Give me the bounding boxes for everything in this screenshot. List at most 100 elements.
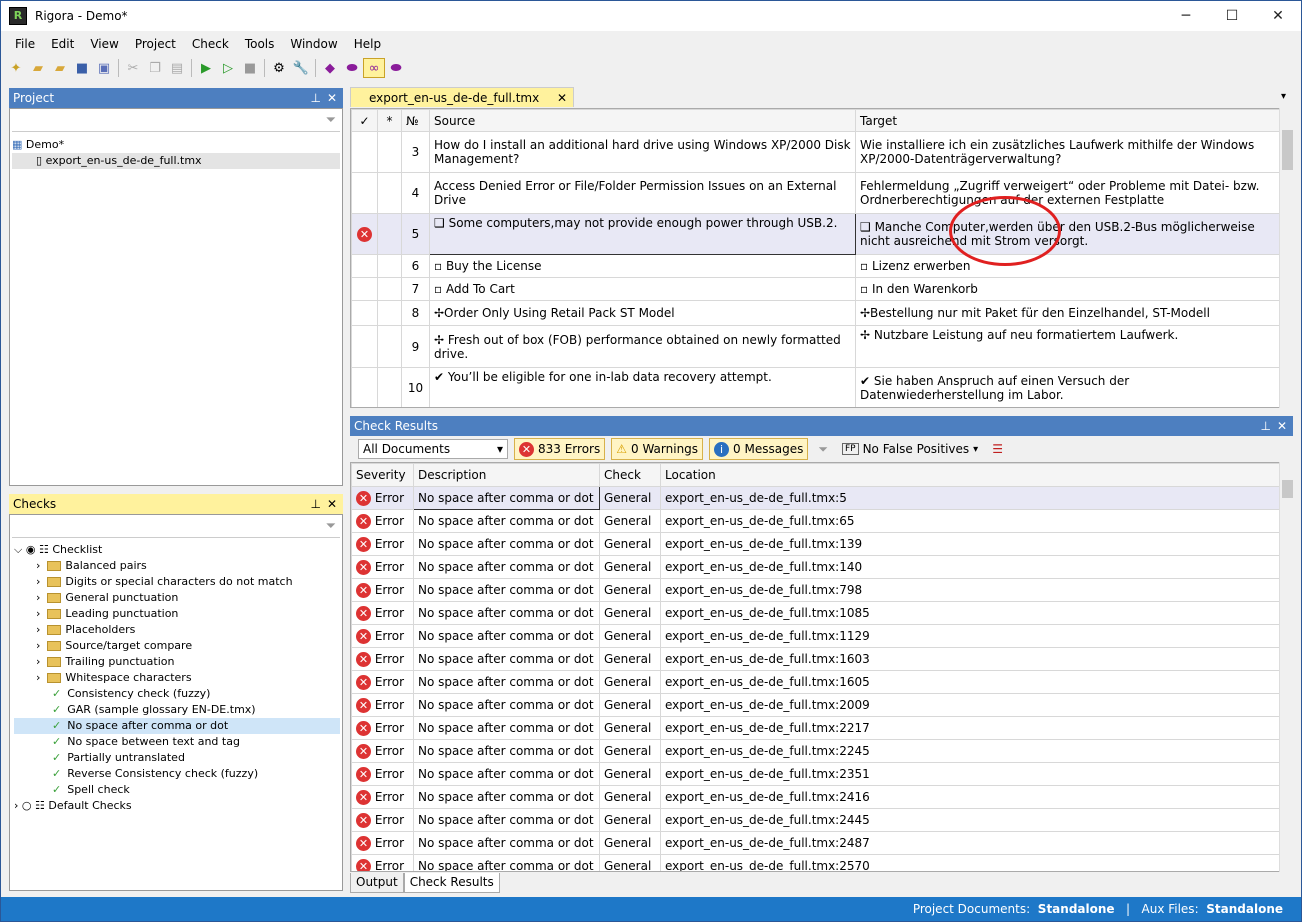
errors-filter-button[interactable]: ✕ 833 Errors	[514, 438, 606, 460]
cell-target[interactable]: Wie installiere ich ein zusätzliches Lau…	[855, 131, 1279, 173]
chevron-down-icon[interactable]: ▾	[973, 444, 978, 455]
tag-one-icon[interactable]: ⬬	[385, 58, 407, 78]
tag-icon[interactable]: ◆	[319, 58, 341, 78]
tree-check-item[interactable]: ✓ Consistency check (fuzzy)	[14, 686, 340, 702]
save-icon[interactable]: ■	[71, 58, 93, 78]
tab-check-results[interactable]: Check Results	[403, 873, 500, 893]
tree-project-root[interactable]: ▦ Demo*	[12, 137, 340, 153]
cell-target[interactable]: ✔ Sie haben Anspruch auf einen Versuch d…	[855, 367, 1279, 407]
tree-folder[interactable]: › Source/target compare	[14, 638, 340, 654]
close-icon[interactable]: ✕	[327, 494, 337, 514]
cell-source[interactable]: Access Denied Error or File/Folder Permi…	[429, 172, 856, 214]
close-icon[interactable]: ✕	[557, 91, 567, 105]
cell-source[interactable]: How do I install an additional hard driv…	[429, 131, 856, 173]
cell-target[interactable]: ▫ Lizenz erwerben	[855, 254, 1279, 278]
tree-folder[interactable]: › Trailing punctuation	[14, 654, 340, 670]
col-confirmed[interactable]: ✓	[351, 109, 378, 132]
segment-scrollbar[interactable]	[1279, 108, 1295, 408]
project-filter-input[interactable]: ⏷	[12, 110, 340, 132]
cell-target[interactable]: Fehlermeldung „Zugriff verweigert“ oder …	[855, 172, 1279, 214]
settings-icon[interactable]: ⚙	[268, 58, 290, 78]
stop-icon[interactable]: ■	[239, 58, 261, 78]
radio-selected-icon[interactable]: ◉	[26, 543, 36, 556]
filter-icon[interactable]: ⏷	[326, 519, 336, 534]
col-source[interactable]: Source	[429, 109, 856, 132]
tree-checklist[interactable]: ⌵ ◉ ☷ Checklist	[14, 542, 340, 558]
filter-icon[interactable]: ⏷	[818, 442, 828, 457]
menu-help[interactable]: Help	[346, 37, 389, 51]
document-scope-dropdown[interactable]: All Documents	[358, 439, 508, 459]
cell-source[interactable]: ❑ Some computers,may not provide enough …	[429, 213, 856, 255]
result-row[interactable]: ✕ Error No space after comma or dot Genera…	[351, 831, 1279, 855]
result-row[interactable]: ✕ Error No space after comma or dot Genera…	[351, 647, 1279, 671]
segment-row[interactable]: 7 ▫ Add To Cart ▫ In den Warenkorb	[351, 277, 1279, 301]
tree-folder[interactable]: › Leading punctuation	[14, 606, 340, 622]
copy-icon[interactable]: ❐	[144, 58, 166, 78]
filter-icon[interactable]: ⏷	[326, 113, 336, 128]
cell-source[interactable]: ▫ Buy the License	[429, 254, 856, 278]
tree-check-item[interactable]: ✓ GAR (sample glossary EN-DE.tmx)	[14, 702, 340, 718]
tree-check-item[interactable]: ✓ No space between text and tag	[14, 734, 340, 750]
tree-check-item[interactable]: ✓ Spell check	[14, 782, 340, 798]
cell-source[interactable]: ▫ Add To Cart	[429, 277, 856, 301]
result-row[interactable]: ✕ Error No space after comma or dot Genera…	[351, 601, 1279, 625]
result-row[interactable]: ✕ Error No space after comma or dot Genera…	[351, 555, 1279, 579]
checks-filter-input[interactable]: ⏷	[12, 516, 340, 538]
results-scrollbar[interactable]	[1279, 462, 1295, 872]
col-description[interactable]: Description	[413, 463, 600, 487]
tree-default-checks[interactable]: › ○ ☷ Default Checks	[14, 798, 340, 814]
maximize-button[interactable]: ☐	[1209, 1, 1255, 31]
pin-icon[interactable]: ⊥	[311, 494, 321, 514]
clear-results-icon[interactable]: ☰	[992, 442, 1003, 456]
cut-icon[interactable]: ✂	[122, 58, 144, 78]
result-row[interactable]: ✕ Error No space after comma or dot Genera…	[351, 854, 1279, 871]
cell-target[interactable]: ❑ Manche Computer,werden über den USB.2-…	[855, 213, 1279, 255]
warnings-filter-button[interactable]: ⚠ 0 Warnings	[611, 438, 704, 460]
radio-icon[interactable]: ○	[22, 799, 32, 812]
result-row[interactable]: ✕ Error No space after comma or dot Genera…	[351, 808, 1279, 832]
tree-folder[interactable]: › Placeholders	[14, 622, 340, 638]
tree-file-item[interactable]: ▯ export_en-us_de-de_full.tmx	[12, 153, 340, 169]
tree-folder[interactable]: › Balanced pairs	[14, 558, 340, 574]
result-row[interactable]: ✕ Error No space after comma or dot Genera…	[351, 486, 1279, 510]
result-row[interactable]: ✕ Error No space after comma or dot Genera…	[351, 624, 1279, 648]
wrench-icon[interactable]: 🔧	[290, 58, 312, 78]
segment-row-selected[interactable]: ✕ 5 ❑ Some computers,may not provide enoug…	[351, 213, 1279, 255]
result-row[interactable]: ✕ Error No space after comma or dot Genera…	[351, 532, 1279, 556]
segment-row[interactable]: 10 ✔ You’ll be eligible for one in-lab da…	[351, 367, 1279, 407]
menu-check[interactable]: Check	[184, 37, 237, 51]
tree-folder[interactable]: › Whitespace characters	[14, 670, 340, 686]
segment-row[interactable]: 8 ✢Order Only Using Retail Pack ST Model ✢…	[351, 300, 1279, 326]
result-row[interactable]: ✕ Error No space after comma or dot Genera…	[351, 716, 1279, 740]
menu-tools[interactable]: Tools	[237, 37, 283, 51]
menu-project[interactable]: Project	[127, 37, 184, 51]
open-icon[interactable]: ▰	[27, 58, 49, 78]
minimize-button[interactable]: ─	[1163, 1, 1209, 31]
messages-filter-button[interactable]: i0 Messages	[709, 438, 809, 460]
pin-icon[interactable]: ⊥	[1261, 416, 1271, 436]
col-target[interactable]: Target	[855, 109, 1279, 132]
col-number[interactable]: №	[401, 109, 430, 132]
cell-source[interactable]: ✢Order Only Using Retail Pack ST Model	[429, 300, 856, 326]
scroll-thumb[interactable]	[1282, 130, 1293, 170]
segment-row[interactable]: 6 ▫ Buy the License ▫ Lizenz erwerben	[351, 254, 1279, 278]
pin-icon[interactable]: ⊥	[311, 88, 321, 108]
segment-row[interactable]: 9 ✢ Fresh out of box (FOB) performance ob…	[351, 325, 1279, 368]
save-all-icon[interactable]: ▣	[93, 58, 115, 78]
false-positives-dropdown[interactable]: No False Positives	[863, 442, 970, 456]
tab-list-chevron-icon[interactable]: ▾	[1281, 91, 1286, 102]
tag-infinity-icon[interactable]: ∞	[363, 58, 385, 78]
result-row[interactable]: ✕ Error No space after comma or dot Genera…	[351, 785, 1279, 809]
col-location[interactable]: Location	[660, 463, 1279, 487]
tree-check-item-selected[interactable]: ✓ No space after comma or dot	[14, 718, 340, 734]
menu-window[interactable]: Window	[282, 37, 345, 51]
tag-x-icon[interactable]: ⬬	[341, 58, 363, 78]
col-check[interactable]: Check	[599, 463, 661, 487]
segment-row[interactable]: 4 Access Denied Error or File/Folder Perm…	[351, 172, 1279, 214]
tree-check-item[interactable]: ✓ Reverse Consistency check (fuzzy)	[14, 766, 340, 782]
tab-document[interactable]: export_en-us_de-de_full.tmx ✕	[350, 87, 575, 107]
menu-view[interactable]: View	[82, 37, 126, 51]
cell-source[interactable]: ✔ You’ll be eligible for one in-lab data…	[429, 367, 856, 407]
tree-check-item[interactable]: ✓ Partially untranslated	[14, 750, 340, 766]
expand-chevron-icon[interactable]: ›	[14, 799, 18, 812]
